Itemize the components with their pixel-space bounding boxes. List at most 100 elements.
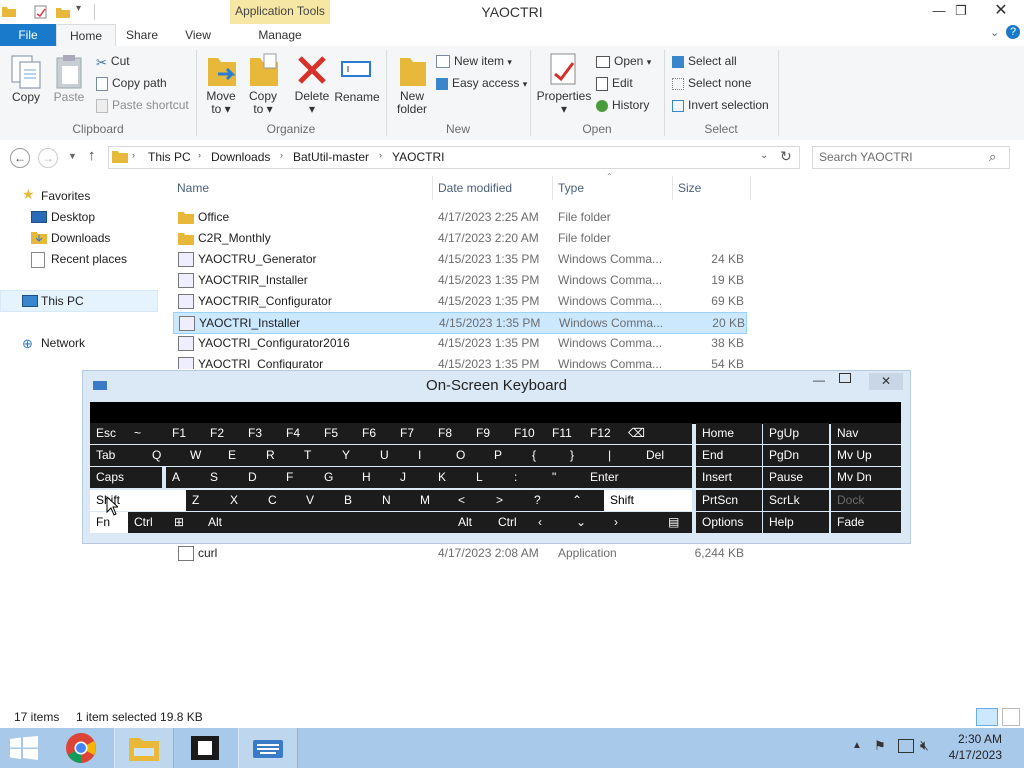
key-f9[interactable]: F9 — [470, 423, 508, 444]
key-left-brace[interactable]: { — [526, 445, 564, 466]
recent-locations-icon[interactable]: ▼ — [68, 151, 77, 161]
move-to-button[interactable]: Move to ▾ — [204, 90, 238, 116]
key-right-shift[interactable]: Shift — [604, 490, 692, 511]
on-screen-keyboard-taskbar-button[interactable] — [238, 728, 298, 768]
key-colon[interactable]: : — [508, 467, 546, 488]
key-f6[interactable]: F6 — [356, 423, 394, 444]
help-icon[interactable]: ? — [1006, 25, 1020, 39]
column-size[interactable]: Size — [678, 181, 701, 195]
key-period[interactable]: > — [490, 490, 528, 511]
key-mv-dn[interactable]: Mv Dn — [831, 467, 901, 488]
key-a[interactable]: A — [166, 467, 204, 488]
key-windows[interactable]: ⊞ — [168, 512, 202, 533]
tab-view[interactable]: View — [174, 24, 222, 46]
file-row[interactable]: YAOCTRU_Generator 4/15/2023 1:35 PM Wind… — [174, 249, 746, 269]
key-pgdn[interactable]: PgDn — [763, 445, 829, 466]
key-o[interactable]: O — [450, 445, 488, 466]
key-pipe[interactable]: | — [602, 445, 640, 466]
key-u[interactable]: U — [374, 445, 412, 466]
key-right-ctrl[interactable]: Ctrl — [492, 512, 532, 533]
tab-share[interactable]: Share — [118, 24, 166, 46]
key-comma[interactable]: < — [452, 490, 490, 511]
easy-access-button[interactable]: Easy access ▾ — [436, 76, 527, 90]
network-tray-icon[interactable] — [898, 739, 914, 753]
osk-minimize-button[interactable]: — — [813, 373, 825, 387]
column-name[interactable]: Name — [177, 181, 209, 195]
action-center-flag-icon[interactable]: ⚑ — [874, 738, 886, 754]
key-space[interactable] — [242, 512, 452, 533]
key-f10[interactable]: F10 — [508, 423, 546, 444]
key-scrlk[interactable]: ScrLk — [763, 490, 829, 511]
back-button[interactable]: ← — [10, 148, 30, 168]
osk-maximize-button[interactable] — [839, 373, 851, 383]
restore-button[interactable]: ❐ — [946, 0, 976, 22]
key-l[interactable]: L — [470, 467, 508, 488]
nav-recent-places[interactable]: Recent places — [51, 252, 127, 266]
file-row[interactable]: YAOCTRIR_Installer 4/15/2023 1:35 PM Win… — [174, 270, 746, 290]
key-home[interactable]: Home — [696, 423, 762, 444]
close-button[interactable]: ✕ — [986, 0, 1016, 22]
key-w[interactable]: W — [184, 445, 222, 466]
key-p[interactable]: P — [488, 445, 526, 466]
nav-desktop[interactable]: Desktop — [51, 210, 95, 224]
osk-close-button[interactable]: ✕ — [869, 373, 903, 390]
key-f4[interactable]: F4 — [280, 423, 318, 444]
key-n[interactable]: N — [376, 490, 414, 511]
paste-button[interactable]: Paste — [50, 90, 88, 104]
key-dock[interactable]: Dock — [831, 490, 901, 511]
key-caps[interactable]: Caps — [90, 467, 162, 488]
key-f[interactable]: F — [280, 467, 318, 488]
key-y[interactable]: Y — [336, 445, 374, 466]
refresh-icon[interactable]: ↻ — [780, 148, 792, 165]
key-f2[interactable]: F2 — [204, 423, 242, 444]
copy-to-button[interactable]: Copy to ▾ — [246, 90, 280, 116]
key-s[interactable]: S — [204, 467, 242, 488]
key-z[interactable]: Z — [186, 490, 224, 511]
file-row[interactable]: Office 4/17/2023 2:25 AM File folder — [174, 207, 746, 227]
nav-this-pc[interactable]: This PC — [41, 294, 84, 308]
cut-button[interactable]: ✂ Cut — [96, 54, 130, 70]
key-c[interactable]: C — [262, 490, 300, 511]
nav-downloads[interactable]: Downloads — [51, 231, 110, 245]
key-left-shift[interactable]: Shift — [90, 490, 186, 511]
key-right-brace[interactable]: } — [564, 445, 602, 466]
key-tilde[interactable]: ~ — [128, 423, 166, 444]
search-input[interactable]: Search YAOCTRI ⌕ — [812, 146, 1010, 169]
volume-muted-icon[interactable]: 🔇︎ — [920, 737, 929, 754]
open-button[interactable]: Open ▾ — [596, 54, 651, 68]
show-hidden-icons-icon[interactable]: ▲ — [852, 740, 862, 751]
start-button[interactable] — [10, 736, 38, 760]
key-prtscn[interactable]: PrtScn — [696, 490, 762, 511]
key-r[interactable]: R — [260, 445, 298, 466]
edit-button[interactable]: Edit — [596, 76, 633, 91]
select-all-button[interactable]: Select all — [672, 54, 737, 68]
key-quote[interactable]: " — [546, 467, 584, 488]
key-del[interactable]: Del — [640, 445, 692, 466]
rename-button[interactable]: Rename — [334, 90, 380, 104]
key-f8[interactable]: F8 — [432, 423, 470, 444]
key-slash[interactable]: ? — [528, 490, 566, 511]
qat-dropdown-icon[interactable]: ▾ — [76, 3, 81, 14]
select-none-button[interactable]: Select none — [672, 76, 751, 90]
clock-time[interactable]: 2:30 AM — [956, 732, 1002, 746]
chrome-taskbar-button[interactable] — [52, 728, 110, 768]
nav-network[interactable]: Network — [41, 336, 85, 350]
breadcrumb-this-pc[interactable]: This PC — [148, 150, 191, 164]
key-b[interactable]: B — [338, 490, 376, 511]
media-taskbar-button[interactable] — [176, 728, 234, 768]
collapse-ribbon-icon[interactable]: ⌄ — [990, 26, 999, 39]
key-k[interactable]: K — [432, 467, 470, 488]
key-f12[interactable]: F12 — [584, 423, 622, 444]
new-folder-icon[interactable] — [56, 5, 70, 19]
file-row[interactable]: YAOCTRI_Configurator 4/15/2023 1:35 PM W… — [174, 354, 746, 369]
breadcrumb-batutil-master[interactable]: BatUtil-master — [293, 150, 369, 164]
key-f3[interactable]: F3 — [242, 423, 280, 444]
key-x[interactable]: X — [224, 490, 262, 511]
properties-button[interactable]: Properties ▾ — [536, 90, 592, 116]
key-left-alt[interactable]: Alt — [202, 512, 242, 533]
key-q[interactable]: Q — [146, 445, 184, 466]
key-f7[interactable]: F7 — [394, 423, 432, 444]
key-h[interactable]: H — [356, 467, 394, 488]
key-pause[interactable]: Pause — [763, 467, 829, 488]
up-button[interactable]: ↑ — [88, 147, 96, 164]
